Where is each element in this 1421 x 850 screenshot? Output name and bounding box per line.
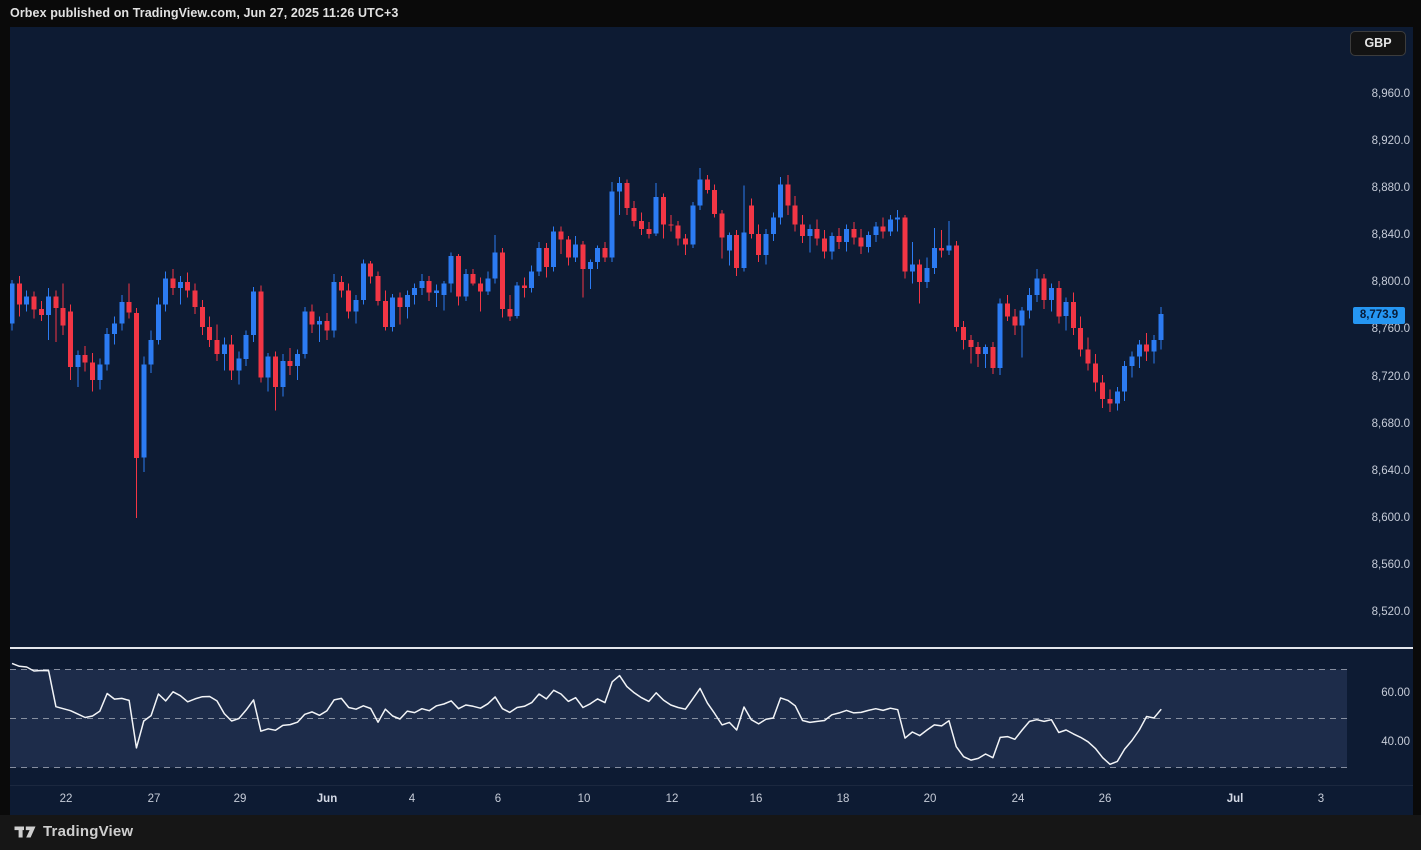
date-tick-label: Jul <box>1227 793 1244 805</box>
date-tick-label: 10 <box>578 793 591 805</box>
price-tick-label: 8,600.0 <box>1340 512 1410 524</box>
date-tick-label: 4 <box>409 793 415 805</box>
publication-title: Orbex published on TradingView.com, Jun … <box>10 6 398 20</box>
price-tick-label: 8,640.0 <box>1340 465 1410 477</box>
price-tick-label: 8,880.0 <box>1340 182 1410 194</box>
tradingview-logo[interactable]: TradingView <box>14 823 133 840</box>
date-tick-label: 18 <box>837 793 850 805</box>
date-tick-label: 6 <box>495 793 501 805</box>
date-tick-label: 3 <box>1318 793 1324 805</box>
date-tick-label: 20 <box>924 793 937 805</box>
date-tick-label: 12 <box>666 793 679 805</box>
date-tick-label: 27 <box>148 793 161 805</box>
price-tick-label: 8,840.0 <box>1340 229 1410 241</box>
date-tick-label: 16 <box>750 793 763 805</box>
price-tick-label: 8,960.0 <box>1340 88 1410 100</box>
rsi-tick-label: 60.00 <box>1340 687 1410 699</box>
date-tick-label: 24 <box>1012 793 1025 805</box>
price-tick-label: 8,920.0 <box>1340 135 1410 147</box>
price-and-rsi-plot[interactable] <box>10 27 1413 815</box>
publication-topbar: Orbex published on TradingView.com, Jun … <box>0 0 1421 27</box>
price-tick-label: 8,800.0 <box>1340 276 1410 288</box>
price-tick-label: 8,560.0 <box>1340 559 1410 571</box>
page: Orbex published on TradingView.com, Jun … <box>0 0 1421 850</box>
chart-region[interactable]: 8,960.0 8,920.0 8,880.0 8,840.0 8,800.0 8,760… <box>10 27 1413 815</box>
symbol-badge[interactable]: GBP <box>1350 31 1406 56</box>
price-tick-label: 8,520.0 <box>1340 606 1410 618</box>
date-tick-label: 29 <box>234 793 247 805</box>
footer-bar: TradingView <box>0 815 1421 850</box>
tradingview-wordmark: TradingView <box>43 823 133 840</box>
date-tick-label: 22 <box>60 793 73 805</box>
last-price-badge: 8,773.9 <box>1353 307 1405 324</box>
price-tick-label: 8,720.0 <box>1340 371 1410 383</box>
tradingview-mark-icon <box>14 824 36 840</box>
date-tick-label: 26 <box>1099 793 1112 805</box>
price-tick-label: 8,760.0 <box>1340 323 1410 335</box>
price-tick-label: 8,680.0 <box>1340 418 1410 430</box>
date-tick-label: Jun <box>317 793 337 805</box>
rsi-tick-label: 40.00 <box>1340 736 1410 748</box>
